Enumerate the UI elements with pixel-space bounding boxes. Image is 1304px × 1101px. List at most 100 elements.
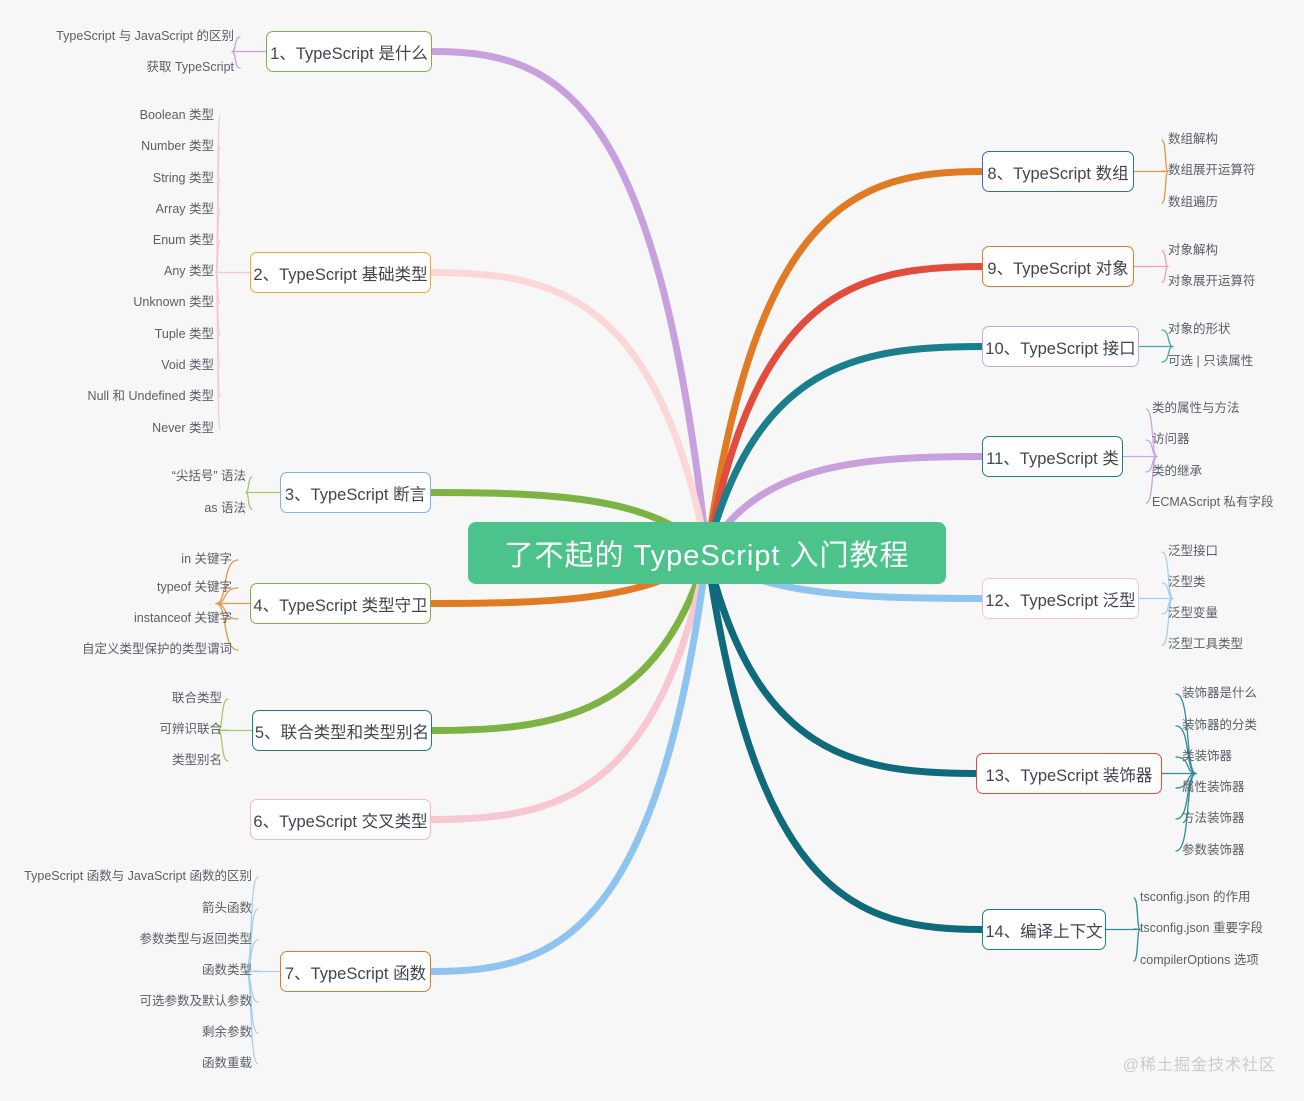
leaf-label[interactable]: Enum 类型	[153, 234, 214, 247]
connector	[245, 491, 253, 510]
leaf-label[interactable]: 访问器	[1152, 433, 1190, 446]
topic-node-label: 4、TypeScript 类型守卫	[253, 596, 428, 615]
connector	[215, 271, 221, 274]
leaf-label[interactable]: ECMAScript 私有字段	[1152, 496, 1274, 509]
leaf-label[interactable]: 联合类型	[172, 692, 222, 705]
leaf-label[interactable]: 对象解构	[1168, 244, 1218, 257]
topic-node-7[interactable]: 7、TypeScript 函数	[280, 951, 431, 992]
leaf-label[interactable]: Void 类型	[161, 359, 214, 372]
connector	[703, 168, 986, 557]
connector	[427, 269, 711, 557]
leaf-label[interactable]: 函数重载	[202, 1057, 252, 1070]
leaf-label[interactable]: 泛型工具类型	[1168, 638, 1243, 651]
topic-node-10[interactable]: 10、TypeScript 接口	[982, 326, 1139, 367]
topic-node-14[interactable]: 14、编译上下文	[982, 909, 1106, 950]
leaf-label[interactable]: 参数装饰器	[1182, 844, 1245, 857]
leaf-label[interactable]: 数组遍历	[1168, 196, 1218, 209]
connector	[215, 271, 221, 398]
leaf-label[interactable]: 类的属性与方法	[1152, 402, 1240, 415]
connector	[215, 271, 221, 304]
leaf-label[interactable]: 泛型类	[1168, 576, 1206, 589]
topic-node-12[interactable]: 12、TypeScript 泛型	[982, 578, 1139, 619]
connector	[215, 271, 221, 430]
leaf-label[interactable]: Never 类型	[152, 422, 214, 435]
connector	[245, 970, 259, 1065]
leaf-label[interactable]: tsconfig.json 的作用	[1140, 891, 1250, 904]
topic-node-8[interactable]: 8、TypeScript 数组	[982, 151, 1134, 192]
leaf-label[interactable]: 属性装饰器	[1182, 781, 1245, 794]
leaf-label[interactable]: Null 和 Undefined 类型	[88, 390, 214, 403]
leaf-label[interactable]: Number 类型	[141, 140, 214, 153]
topic-node-3[interactable]: 3、TypeScript 断言	[280, 472, 431, 513]
leaf-label[interactable]: 装饰器的分类	[1182, 719, 1257, 732]
connector	[703, 549, 980, 777]
topic-node-6[interactable]: 6、TypeScript 交叉类型	[250, 799, 431, 840]
connector	[703, 263, 986, 557]
leaf-label[interactable]: Unknown 类型	[133, 296, 214, 309]
leaf-label[interactable]: 类装饰器	[1182, 750, 1232, 763]
leaf-label[interactable]: 可选 | 只读属性	[1168, 355, 1253, 368]
topic-node-label: 7、TypeScript 函数	[284, 964, 427, 983]
leaf-label[interactable]: as 语法	[204, 502, 246, 515]
leaf-label[interactable]: “尖括号” 语法	[172, 470, 246, 483]
connector	[215, 115, 221, 274]
leaf-label[interactable]: compilerOptions 选项	[1140, 954, 1259, 967]
topic-node-11[interactable]: 11、TypeScript 类	[982, 436, 1123, 477]
leaf-label[interactable]: 可辨识联合	[159, 723, 222, 736]
leaf-label[interactable]: 参数类型与返回类型	[139, 933, 252, 946]
leaf-label[interactable]: 剩余参数	[202, 1026, 252, 1039]
leaf-label[interactable]: 类型别名	[172, 754, 222, 767]
leaf-label[interactable]: Tuple 类型	[155, 328, 214, 341]
connector	[427, 549, 711, 823]
leaf-label[interactable]: 数组展开运算符	[1168, 164, 1256, 177]
leaf-label[interactable]: Array 类型	[156, 203, 214, 216]
topic-node-label: 8、TypeScript 数组	[987, 164, 1129, 183]
leaf-label[interactable]: 自定义类型保护的类型谓词	[82, 643, 232, 656]
topic-node-9[interactable]: 9、TypeScript 对象	[982, 246, 1134, 287]
leaf-label[interactable]: Boolean 类型	[140, 109, 214, 122]
leaf-label[interactable]: in 关键字	[181, 553, 232, 566]
topic-node-label: 13、TypeScript 装饰器	[985, 766, 1153, 785]
topic-node-label: 14、编译上下文	[985, 922, 1103, 941]
connector	[215, 146, 221, 274]
connector	[245, 876, 259, 973]
leaf-label[interactable]: 装饰器是什么	[1182, 687, 1257, 700]
leaf-label[interactable]: String 类型	[153, 172, 214, 185]
topic-node-label: 6、TypeScript 交叉类型	[253, 812, 428, 831]
leaf-label[interactable]: typeof 关键字	[157, 581, 232, 594]
leaf-label[interactable]: 类的继承	[1152, 465, 1202, 478]
topic-node-5[interactable]: 5、联合类型和类型别名	[252, 710, 432, 751]
leaf-label[interactable]: TypeScript 与 JavaScript 的区别	[56, 30, 234, 43]
leaf-label[interactable]: 可选参数及默认参数	[139, 995, 252, 1008]
topic-node-label: 5、联合类型和类型别名	[254, 723, 430, 742]
topic-node-label: 12、TypeScript 泛型	[985, 591, 1136, 610]
leaf-label[interactable]: 对象展开运算符	[1168, 275, 1256, 288]
center-node-label: 了不起的 TypeScript 入门教程	[504, 540, 910, 572]
topic-node-1[interactable]: 1、TypeScript 是什么	[266, 31, 432, 72]
connector	[215, 271, 221, 336]
leaf-label[interactable]: 箭头函数	[202, 902, 252, 915]
leaf-label[interactable]: 方法装饰器	[1182, 812, 1245, 825]
leaf-label[interactable]: 数组解构	[1168, 133, 1218, 146]
leaf-label[interactable]: 函数类型	[202, 964, 252, 977]
watermark: @稀土掘金技术社区	[1122, 1057, 1276, 1074]
topic-node-13[interactable]: 13、TypeScript 装饰器	[976, 753, 1162, 794]
leaf-label[interactable]: Any 类型	[164, 265, 214, 278]
leaf-label[interactable]: 对象的形状	[1168, 323, 1231, 336]
connector	[215, 178, 221, 274]
topic-node-label: 10、TypeScript 接口	[985, 339, 1136, 358]
center-node[interactable]: 了不起的 TypeScript 入门教程	[468, 522, 946, 584]
connector	[215, 271, 221, 367]
leaf-label[interactable]: 获取 TypeScript	[146, 61, 234, 74]
topic-node-2[interactable]: 2、TypeScript 基础类型	[250, 252, 431, 293]
connector	[215, 209, 221, 274]
leaf-label[interactable]: 泛型变量	[1168, 607, 1218, 620]
leaf-label[interactable]: TypeScript 函数与 JavaScript 函数的区别	[24, 870, 252, 883]
topic-node-label: 9、TypeScript 对象	[987, 259, 1129, 278]
topic-node-4[interactable]: 4、TypeScript 类型守卫	[250, 583, 431, 624]
leaf-label[interactable]: instanceof 关键字	[134, 612, 232, 625]
leaf-label[interactable]: 泛型接口	[1168, 545, 1218, 558]
topic-node-label: 11、TypeScript 类	[986, 449, 1119, 468]
mindmap-canvas: 了不起的 TypeScript 入门教程 1、TypeScript 是什么 2、T…	[0, 0, 1304, 1101]
leaf-label[interactable]: tsconfig.json 重要字段	[1140, 922, 1263, 935]
